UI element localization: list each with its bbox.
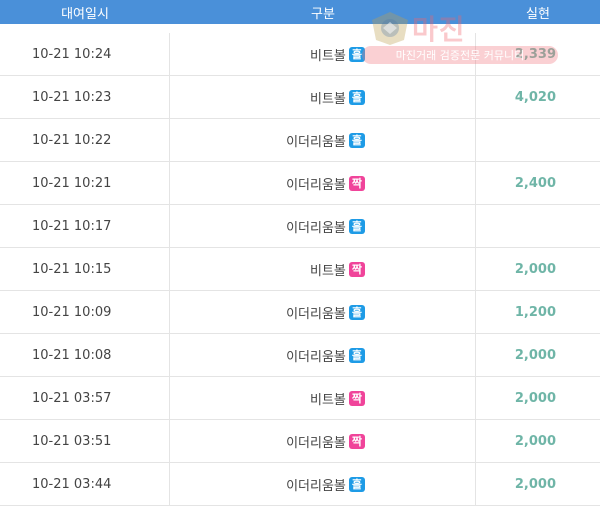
row-amount: 2,000 <box>514 347 556 363</box>
row-type-label: 이더리움볼 <box>286 478 346 494</box>
row-type-label: 이더리움볼 <box>286 306 346 322</box>
row-type: 이더리움볼 홀 <box>170 205 476 247</box>
row-date: 10-21 10:08 <box>0 334 170 376</box>
table-row: 10-21 03:57 비트볼 짝 2,000 <box>0 377 600 420</box>
row-badge: 홀 <box>348 476 365 492</box>
row-amount: 2,000 <box>514 390 556 406</box>
row-type: 이더리움볼 홀 <box>170 463 476 505</box>
row-amount: 2,400 <box>514 175 556 191</box>
row-type: 비트볼 홀 <box>170 76 476 118</box>
row-date: 10-21 10:09 <box>0 291 170 333</box>
row-type: 비트볼 짝 <box>170 248 476 290</box>
row-badge: 짝 <box>348 390 365 406</box>
row-type: 이더리움볼 짝 <box>170 420 476 462</box>
table-row: 10-21 10:09 이더리움볼 홀 1,200 <box>0 291 600 334</box>
table-row: 10-21 03:51 이더리움볼 짝 2,000 <box>0 420 600 463</box>
row-badge: 홀 <box>348 132 365 148</box>
row-amount: 2,000 <box>514 261 556 277</box>
table-row: 10-21 10:08 이더리움볼 홀 2,000 <box>0 334 600 377</box>
table-row: 10-21 10:24 비트볼 홀 2,339 <box>0 33 600 76</box>
row-badge: 홀 <box>348 46 365 62</box>
table-row: 10-21 03:44 이더리움볼 홀 2,000 <box>0 463 600 506</box>
table-row: 10-21 10:15 비트볼 짝 2,000 <box>0 248 600 291</box>
row-type-label: 이더리움볼 <box>286 134 346 150</box>
row-date: 10-21 03:57 <box>0 377 170 419</box>
row-badge: 홀 <box>348 218 365 234</box>
row-date: 10-21 10:21 <box>0 162 170 204</box>
row-type: 이더리움볼 홀 <box>170 119 476 161</box>
row-amount: 2,000 <box>514 476 556 492</box>
row-badge: 짝 <box>348 261 365 277</box>
row-type: 이더리움볼 홀 <box>170 291 476 333</box>
header-type: 구분 <box>311 6 335 22</box>
row-type-label: 이더리움볼 <box>286 220 346 236</box>
table-header: 대여일시 구분 실현 <box>0 0 600 24</box>
row-date: 10-21 10:15 <box>0 248 170 290</box>
row-date: 10-21 10:24 <box>0 33 170 75</box>
table-row: 10-21 10:22 이더리움볼 홀 <box>0 119 600 162</box>
row-date: 10-21 10:22 <box>0 119 170 161</box>
row-type: 비트볼 짝 <box>170 377 476 419</box>
header-amount: 실현 <box>526 6 550 22</box>
row-badge: 홀 <box>348 347 365 363</box>
row-type-label: 비트볼 <box>309 48 346 64</box>
row-badge: 짝 <box>348 433 365 449</box>
row-type-label: 이더리움볼 <box>286 177 346 193</box>
row-type-label: 이더리움볼 <box>286 435 346 451</box>
table-row: 10-21 10:23 비트볼 홀 4,020 <box>0 76 600 119</box>
row-badge: 짝 <box>348 175 365 191</box>
row-amount: 2,339 <box>514 46 556 62</box>
row-date: 10-21 03:44 <box>0 463 170 505</box>
row-type: 이더리움볼 홀 <box>170 334 476 376</box>
table-body: 10-21 10:24 비트볼 홀 2,339 10-21 10:23 비트볼 홀 4,020… <box>0 33 600 506</box>
row-type-label: 비트볼 <box>309 392 346 408</box>
row-date: 10-21 10:17 <box>0 205 170 247</box>
row-amount: 4,020 <box>514 89 556 105</box>
row-badge: 홀 <box>348 89 365 105</box>
row-type: 비트볼 홀 <box>170 33 476 75</box>
row-badge: 홀 <box>348 304 365 320</box>
row-type: 이더리움볼 짝 <box>170 162 476 204</box>
row-type-label: 비트볼 <box>309 263 346 279</box>
row-amount: 2,000 <box>514 433 556 449</box>
row-date: 10-21 10:23 <box>0 76 170 118</box>
table-row: 10-21 10:21 이더리움볼 짝 2,400 <box>0 162 600 205</box>
row-amount <box>476 205 600 247</box>
row-amount: 1,200 <box>514 304 556 320</box>
row-date: 10-21 03:51 <box>0 420 170 462</box>
row-amount <box>476 119 600 161</box>
header-date: 대여일시 <box>61 6 109 22</box>
row-type-label: 비트볼 <box>309 91 346 107</box>
row-type-label: 이더리움볼 <box>286 349 346 365</box>
table-row: 10-21 10:17 이더리움볼 홀 <box>0 205 600 248</box>
